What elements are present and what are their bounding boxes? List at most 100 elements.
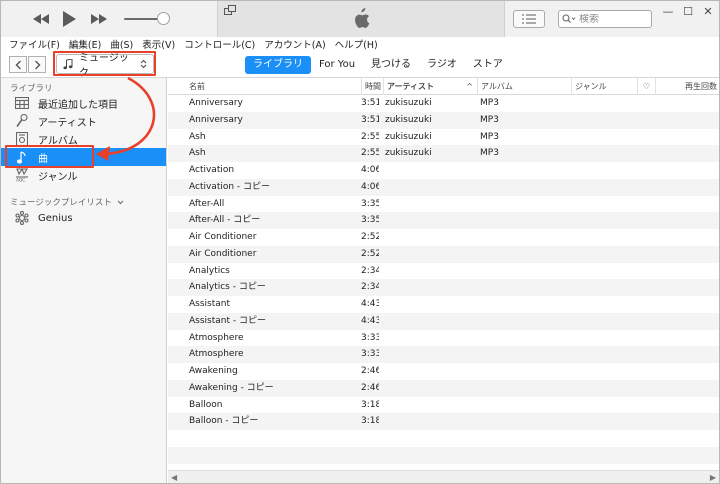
sidebar-item-albums[interactable]: アルバム (1, 130, 166, 148)
column-header-genre[interactable]: ジャンル (571, 78, 637, 95)
cell-time: 4:06 (361, 165, 379, 175)
library-section-header: ライブラリ (10, 84, 53, 94)
table-row[interactable]: Air Conditioner 2:52 (168, 245, 719, 263)
sidebar-item-genius[interactable]: Genius (1, 209, 166, 227)
table-row[interactable]: Ash 2:55 zukisuzuki MP3 (168, 129, 719, 146)
column-header-album[interactable]: アルバム (477, 78, 571, 95)
tab-browse[interactable]: 見つける (363, 56, 419, 74)
volume-knob[interactable] (157, 12, 170, 25)
sidebar-item-artists[interactable]: アーティスト (1, 112, 166, 130)
cell-album: MP3 (480, 114, 499, 125)
search-box[interactable] (558, 10, 652, 28)
column-header-time[interactable]: 時間 (361, 78, 383, 95)
list-view-button[interactable] (513, 10, 545, 28)
sidebar-item-genres[interactable]: ABC ジャンル (1, 166, 166, 184)
sidebar-item-label: アーティスト (38, 117, 97, 129)
table-row[interactable] (168, 430, 719, 447)
cell-name: Analytics - コピー (189, 282, 266, 293)
list-icon (522, 14, 536, 24)
cell-album: MP3 (480, 98, 499, 108)
play-icon[interactable] (59, 10, 79, 28)
player-bar: — ☐ ✕ (1, 1, 719, 37)
table-row[interactable]: Ash 2:55 zukisuzuki MP3 (168, 145, 719, 162)
cell-album: MP3 (480, 148, 499, 159)
close-button[interactable]: ✕ (701, 5, 715, 19)
table-row[interactable]: Atmosphere 3:33 (168, 346, 719, 363)
table-row[interactable]: Awakening - コピー 2:46 (168, 379, 719, 397)
table-row[interactable]: Anniversary 3:51 zukisuzuki MP3 (168, 95, 719, 112)
sidebar-item-label: ジャンル (38, 171, 78, 183)
genre-icon: ABC (14, 168, 30, 182)
table-row[interactable]: Air Conditioner 2:52 (168, 229, 719, 246)
table-row[interactable] (168, 446, 719, 464)
table-row[interactable]: Assistant - コピー 4:43 (168, 312, 719, 330)
table-row[interactable]: After-All 3:35 (168, 196, 719, 213)
scroll-right-icon[interactable]: ▶ (710, 473, 716, 482)
table-row[interactable]: Atmosphere 3:33 (168, 330, 719, 347)
scroll-left-icon[interactable]: ◀ (171, 473, 177, 482)
cell-name: After-All (189, 198, 225, 209)
table-header: 名前 時間 アーティスト ^ アルバム ジャンル ♡ 再生回数 (168, 78, 719, 95)
back-button[interactable] (9, 56, 27, 73)
column-header-name[interactable]: 名前 (186, 78, 361, 95)
sidebar-item-recently-added[interactable]: 最近追加した項目 (1, 94, 166, 112)
tab-library[interactable]: ライブラリ (245, 56, 311, 74)
itunes-window: — ☐ ✕ ファイル(F) 編集(E) 曲(S) 表示(V) コントロール(C)… (0, 0, 720, 484)
horizontal-scrollbar[interactable]: ◀ ▶ (168, 470, 719, 483)
tab-bar: ライブラリ For You 見つける ラジオ ストア (245, 56, 511, 74)
playlists-header-label: ミュージックプレイリスト (10, 198, 112, 208)
menu-help[interactable]: ヘルプ(H) (335, 37, 378, 51)
table-row[interactable]: Analytics 2:34 (168, 263, 719, 280)
tab-radio[interactable]: ラジオ (419, 56, 465, 74)
column-header-artist[interactable]: アーティスト ^ (383, 78, 477, 95)
cell-time: 3:35 (361, 198, 379, 209)
column-header-love[interactable]: ♡ (637, 78, 655, 95)
cell-name: Activation (189, 165, 235, 175)
table-row[interactable]: Balloon - コピー 3:18 (168, 413, 719, 430)
table-row[interactable]: Anniversary 3:51 zukisuzuki MP3 (168, 111, 719, 129)
column-header-artist-label: アーティスト (387, 82, 435, 91)
menu-file[interactable]: ファイル(F) (9, 37, 60, 51)
menu-account[interactable]: アカウント(A) (264, 37, 325, 51)
album-icon (14, 132, 30, 146)
fast-forward-icon[interactable] (89, 10, 109, 28)
menu-controls[interactable]: コントロール(C) (184, 37, 255, 51)
cell-time: 3:51 (361, 98, 379, 108)
table-row[interactable]: Assistant 4:43 (168, 296, 719, 313)
search-input[interactable] (579, 13, 643, 25)
cell-time: 3:33 (361, 332, 379, 343)
table-row[interactable]: Awakening 2:46 (168, 363, 719, 380)
calendar-icon (14, 96, 30, 110)
minimize-button[interactable]: — (661, 5, 675, 19)
playlists-section-header[interactable]: ミュージックプレイリスト (10, 196, 124, 208)
menu-view[interactable]: 表示(V) (142, 37, 175, 51)
cell-time: 3:18 (361, 416, 379, 427)
table-row[interactable]: Balloon 3:18 (168, 397, 719, 414)
rewind-icon[interactable] (31, 10, 51, 28)
music-note-icon (63, 58, 73, 69)
tab-for-you[interactable]: For You (311, 56, 363, 74)
apple-logo-icon (355, 8, 370, 28)
cell-artist: zukisuzuki (385, 114, 432, 125)
sidebar-item-songs[interactable]: 曲 (1, 148, 166, 166)
up-down-chevron-icon (140, 59, 147, 69)
table-row[interactable]: Activation - コピー 4:06 (168, 178, 719, 196)
cell-name: Ash (189, 148, 206, 159)
tab-store[interactable]: ストア (465, 56, 511, 74)
cell-name: Air Conditioner (189, 232, 257, 242)
cell-time: 2:52 (361, 232, 379, 242)
column-header-plays[interactable]: 再生回数 (655, 78, 719, 95)
media-type-selector[interactable]: ミュージック (56, 53, 154, 79)
table-row[interactable]: Analytics - コピー 2:34 (168, 279, 719, 296)
sidebar-item-label: Genius (38, 212, 73, 224)
search-icon (562, 14, 576, 23)
table-row[interactable]: Activation 4:06 (168, 162, 719, 179)
cell-time: 3:33 (361, 349, 379, 360)
cell-name: Awakening - コピー (189, 382, 274, 393)
forward-button[interactable] (28, 56, 46, 73)
miniplayer-icon[interactable] (224, 5, 236, 15)
maximize-button[interactable]: ☐ (681, 5, 695, 19)
chevron-right-icon (34, 60, 40, 69)
table-row[interactable]: After-All - コピー 3:35 (168, 212, 719, 229)
navigation-bar: ミュージック ライブラリ For You 見つける ラジオ ストア (1, 51, 719, 79)
